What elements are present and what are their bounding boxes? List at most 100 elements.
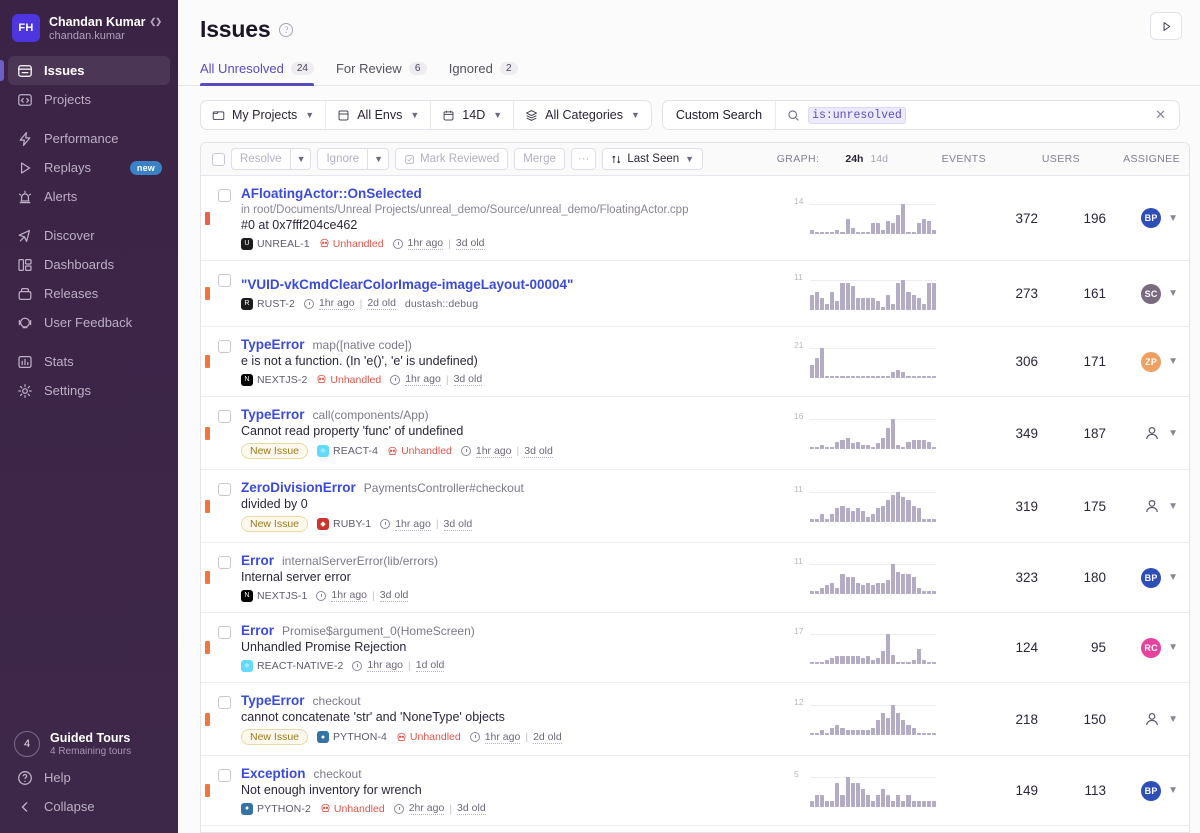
mark-reviewed-button[interactable]: Mark Reviewed	[395, 148, 508, 170]
assignee-dropdown-icon[interactable]: ▼	[1168, 356, 1178, 367]
issue-events-count[interactable]: 372	[966, 211, 1038, 226]
avatar[interactable]: RC	[1141, 638, 1161, 658]
issue-project[interactable]: NNEXTJS-2	[241, 374, 307, 386]
avatar[interactable]: BP	[1141, 568, 1161, 588]
issue-users-count[interactable]: 150	[1038, 712, 1106, 727]
tab-ignored[interactable]: Ignored2	[449, 61, 518, 85]
issue-users-count[interactable]: 113	[1038, 783, 1106, 798]
issue-row[interactable]: AFloatingActor::OnSelectedin root/Docume…	[201, 176, 1189, 261]
resolve-dropdown[interactable]: ▼	[290, 148, 312, 170]
issue-events-count[interactable]: 124	[966, 640, 1038, 655]
sidebar-item-replays[interactable]: Replaysnew	[8, 153, 170, 182]
sidebar-item-issues[interactable]: Issues	[8, 56, 170, 85]
play-button[interactable]	[1150, 12, 1182, 40]
issue-title-link[interactable]: ZeroDivisionError	[241, 480, 356, 495]
issue-project[interactable]: ◆RUBY-1	[317, 518, 371, 530]
issue-users-count[interactable]: 95	[1038, 640, 1106, 655]
issue-checkbox[interactable]	[218, 340, 231, 353]
tab-for-review[interactable]: For Review6	[336, 61, 427, 85]
issue-row[interactable]: "VUID-vkCmdClearColorImage-imageLayout-0…	[201, 261, 1189, 327]
issue-events-count[interactable]: 319	[966, 499, 1038, 514]
issue-project[interactable]: ●PYTHON-4	[317, 731, 387, 743]
issue-title-link[interactable]: TypeError	[241, 693, 305, 708]
sidebar-item-alerts[interactable]: Alerts	[8, 182, 170, 211]
guided-tours[interactable]: 4 Guided Tours 4 Remaining tours	[8, 725, 170, 763]
graph-14d-toggle[interactable]: 14d	[870, 153, 888, 165]
issue-events-count[interactable]: 273	[966, 286, 1038, 301]
issue-users-count[interactable]: 171	[1038, 354, 1106, 369]
assignee-placeholder-icon[interactable]	[1143, 710, 1161, 728]
search-input[interactable]: is:unresolved ✕	[776, 101, 1179, 129]
sort-button[interactable]: Last Seen ▼	[602, 148, 703, 170]
search-query-token[interactable]: is:unresolved	[808, 107, 906, 124]
assignee-dropdown-icon[interactable]: ▼	[1168, 288, 1178, 299]
sidebar-item-releases[interactable]: Releases	[8, 279, 170, 308]
issue-title-link[interactable]: Error	[241, 623, 274, 638]
issue-users-count[interactable]: 187	[1038, 426, 1106, 441]
issue-title-link[interactable]: "VUID-vkCmdClearColorImage-imageLayout-0…	[241, 277, 573, 292]
sidebar-item-help[interactable]: Help	[8, 763, 170, 792]
issue-checkbox[interactable]	[218, 410, 231, 423]
issue-users-count[interactable]: 196	[1038, 211, 1106, 226]
issue-checkbox[interactable]	[218, 769, 231, 782]
users-column-label[interactable]: USERS	[1012, 153, 1080, 165]
avatar[interactable]: SC	[1141, 284, 1161, 304]
assignee-dropdown-icon[interactable]: ▼	[1168, 213, 1178, 224]
issue-title-link[interactable]: TypeError	[241, 337, 305, 352]
issue-users-count[interactable]: 180	[1038, 570, 1106, 585]
graph-24h-toggle[interactable]: 24h	[845, 153, 863, 165]
assignee-dropdown-icon[interactable]: ▼	[1168, 642, 1178, 653]
assignee-placeholder-icon[interactable]	[1143, 497, 1161, 515]
assignee-dropdown-icon[interactable]: ▼	[1168, 714, 1178, 725]
issue-events-count[interactable]: 149	[966, 783, 1038, 798]
assignee-dropdown-icon[interactable]: ▼	[1168, 428, 1178, 439]
issue-events-count[interactable]: 218	[966, 712, 1038, 727]
avatar[interactable]: ZP	[1141, 352, 1161, 372]
avatar[interactable]: BP	[1141, 208, 1161, 228]
assignee-dropdown-icon[interactable]: ▼	[1168, 785, 1178, 796]
sidebar-item-discover[interactable]: Discover	[8, 221, 170, 250]
tab-all-unresolved[interactable]: All Unresolved24	[200, 61, 314, 85]
project-filter[interactable]: My Projects ▼	[201, 101, 326, 129]
issue-users-count[interactable]: 175	[1038, 499, 1106, 514]
merge-button[interactable]: Merge	[514, 148, 565, 170]
assignee-placeholder-icon[interactable]	[1143, 424, 1161, 442]
issue-title-link[interactable]: AFloatingActor::OnSelected	[241, 186, 422, 201]
issue-row[interactable]: TypeErrormap([native code])e is not a fu…	[201, 327, 1189, 397]
ignore-button[interactable]: Ignore	[317, 148, 367, 170]
sidebar-item-settings[interactable]: Settings	[8, 376, 170, 405]
events-column-label[interactable]: EVENTS	[914, 153, 986, 165]
issue-row[interactable]: TypeErrorcall(components/App)Cannot read…	[201, 397, 1189, 470]
issue-project[interactable]: NNEXTJS-1	[241, 590, 307, 602]
assignee-dropdown-icon[interactable]: ▼	[1168, 501, 1178, 512]
issue-checkbox[interactable]	[218, 189, 231, 202]
sidebar-item-dashboards[interactable]: Dashboards	[8, 250, 170, 279]
issue-checkbox[interactable]	[218, 696, 231, 709]
env-filter[interactable]: All Envs ▼	[326, 101, 431, 129]
more-actions-button[interactable]: ···	[571, 148, 597, 170]
sidebar-item-user-feedback[interactable]: User Feedback	[8, 308, 170, 337]
resolve-button[interactable]: Resolve	[231, 148, 290, 170]
issue-checkbox[interactable]	[218, 556, 231, 569]
issue-row[interactable]: ExceptioncheckoutNot enough inventory fo…	[201, 756, 1189, 826]
issue-users-count[interactable]: 161	[1038, 286, 1106, 301]
issue-events-count[interactable]: 349	[966, 426, 1038, 441]
assignee-dropdown-icon[interactable]: ▼	[1168, 572, 1178, 583]
issue-checkbox[interactable]	[218, 483, 231, 496]
sidebar-item-projects[interactable]: Projects	[8, 85, 170, 114]
issue-project[interactable]: UUNREAL-1	[241, 238, 310, 250]
issue-events-count[interactable]: 323	[966, 570, 1038, 585]
issue-checkbox[interactable]	[218, 626, 231, 639]
issue-title-link[interactable]: TypeError	[241, 407, 305, 422]
issue-project[interactable]: ⚛REACT-NATIVE-2	[241, 660, 343, 672]
issue-checkbox[interactable]	[218, 274, 231, 287]
issue-title-link[interactable]: Exception	[241, 766, 306, 781]
issue-row[interactable]: Errorcall(components/ShoppingCart)500 - …	[201, 826, 1189, 832]
issue-row[interactable]: ErrorPromise$argument_0(HomeScreen)Unhan…	[201, 613, 1189, 683]
issue-events-count[interactable]: 306	[966, 354, 1038, 369]
category-filter[interactable]: All Categories ▼	[514, 101, 651, 129]
issue-row[interactable]: ZeroDivisionErrorPaymentsController#chec…	[201, 470, 1189, 543]
clear-search-icon[interactable]: ✕	[1155, 107, 1168, 123]
custom-search-button[interactable]: Custom Search	[663, 101, 776, 129]
issue-project[interactable]: RRUST-2	[241, 298, 295, 310]
